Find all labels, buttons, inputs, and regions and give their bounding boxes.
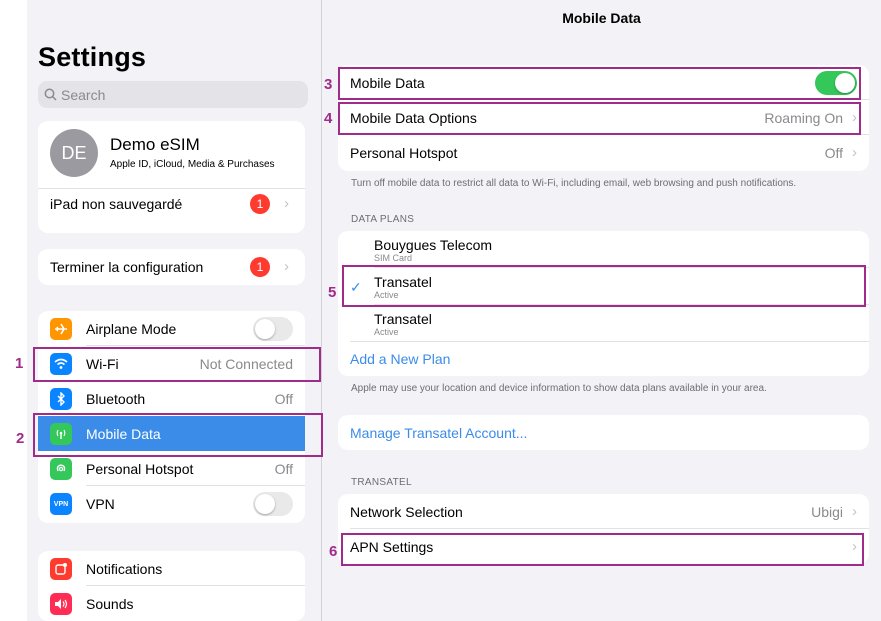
- profile-subtitle: Apple ID, iCloud, Media & Purchases: [110, 159, 275, 170]
- annotation-number-6: 6: [329, 543, 338, 560]
- bluetooth-icon: [50, 388, 72, 410]
- profile-card[interactable]: DE Demo eSIM Apple ID, iCloud, Media & P…: [38, 121, 305, 233]
- chevron-right-icon: ›: [852, 144, 857, 161]
- hotspot-icon: [50, 458, 72, 480]
- search-field[interactable]: Search: [38, 81, 308, 108]
- mobile-data-footnote: Turn off mobile data to restrict all dat…: [351, 178, 797, 189]
- annotation-number-5: 5: [328, 284, 337, 301]
- manage-account-link[interactable]: Manage Transatel Account...: [350, 425, 527, 441]
- sidebar-item-label: Airplane Mode: [86, 321, 177, 337]
- chevron-right-icon: ›: [852, 503, 857, 520]
- airplane-mode-toggle[interactable]: [253, 317, 293, 341]
- annotation-number-1: 1: [15, 355, 24, 372]
- annotation-box-3: [338, 67, 861, 100]
- personal-hotspot-row[interactable]: Personal Hotspot Off ›: [338, 135, 869, 170]
- sidebar-item-vpn[interactable]: VPN VPN: [38, 486, 305, 521]
- chevron-right-icon: ›: [284, 195, 289, 212]
- hotspot-status: Off: [274, 461, 293, 477]
- data-plans-footnote: Apple may use your location and device i…: [351, 383, 767, 394]
- plan-status: SIM Card: [374, 253, 413, 263]
- manage-account-row[interactable]: Manage Transatel Account...: [338, 415, 869, 450]
- annotation-box-6: [341, 533, 864, 566]
- bluetooth-status: Off: [274, 391, 293, 407]
- sidebar-item-label: Notifications: [86, 561, 163, 577]
- backup-label[interactable]: iPad non sauvegardé: [50, 196, 182, 212]
- search-placeholder: Search: [61, 86, 106, 103]
- sidebar-item-label: Bluetooth: [86, 391, 146, 407]
- vpn-icon: VPN: [50, 493, 72, 515]
- annotation-box-4: [338, 102, 861, 135]
- detail-title: Mobile Data: [562, 10, 641, 26]
- profile-divider: [38, 188, 305, 189]
- annotation-number-4: 4: [324, 110, 333, 127]
- profile-name: Demo eSIM: [110, 135, 200, 154]
- search-icon: [44, 88, 57, 101]
- sidebar-item-bluetooth[interactable]: Bluetooth Off: [38, 381, 305, 416]
- sidebar-item-label: Sounds: [86, 596, 134, 612]
- data-plans-header: DATA PLANS: [351, 214, 415, 225]
- plan-row[interactable]: Bouygues Telecom SIM Card: [338, 231, 869, 268]
- plan-row[interactable]: Transatel Active: [338, 305, 869, 342]
- setup-card[interactable]: Terminer la configuration 1 ›: [38, 249, 305, 285]
- setup-badge: 1: [250, 257, 270, 277]
- plan-name: Transatel: [374, 311, 432, 327]
- sidebar-item-sounds[interactable]: Sounds: [38, 586, 305, 621]
- sidebar-item-label: Personal Hotspot: [86, 461, 194, 477]
- backup-badge: 1: [250, 194, 270, 214]
- sidebar-title: Settings: [38, 42, 147, 72]
- plan-name: Bouygues Telecom: [374, 237, 493, 253]
- notifications-icon: [50, 558, 72, 580]
- manage-account-group: Manage Transatel Account...: [338, 415, 869, 450]
- sidebar-item-airplane-mode[interactable]: Airplane Mode: [38, 311, 305, 346]
- annotation-box-5: [342, 265, 866, 307]
- sounds-icon: [50, 593, 72, 615]
- avatar: DE: [50, 129, 98, 177]
- annotation-box-2: [33, 413, 323, 457]
- plan-status: Active: [374, 327, 399, 337]
- carrier-header: TRANSATEL: [351, 477, 412, 488]
- airplane-icon: [50, 318, 72, 340]
- add-plan-row[interactable]: Add a New Plan: [338, 342, 869, 376]
- annotation-number-3: 3: [324, 76, 333, 93]
- annotation-box-1: [33, 347, 321, 382]
- network-selection-row[interactable]: Network Selection Ubigi ›: [338, 494, 869, 529]
- settings-screen: Settings Search DE Demo eSIM Apple ID, i…: [0, 0, 881, 621]
- network-selection-label: Network Selection: [350, 504, 463, 520]
- annotation-number-2: 2: [16, 430, 25, 447]
- chevron-right-icon: ›: [284, 258, 289, 275]
- add-new-plan-link[interactable]: Add a New Plan: [350, 351, 450, 367]
- notifications-group: Notifications Sounds: [38, 551, 305, 621]
- personal-hotspot-label: Personal Hotspot: [350, 145, 458, 161]
- sidebar-item-label: VPN: [86, 496, 115, 512]
- setup-label: Terminer la configuration: [50, 259, 204, 275]
- sidebar-item-notifications[interactable]: Notifications: [38, 551, 305, 586]
- network-selection-value: Ubigi: [811, 504, 843, 520]
- vpn-toggle[interactable]: [253, 492, 293, 516]
- personal-hotspot-status: Off: [824, 145, 843, 161]
